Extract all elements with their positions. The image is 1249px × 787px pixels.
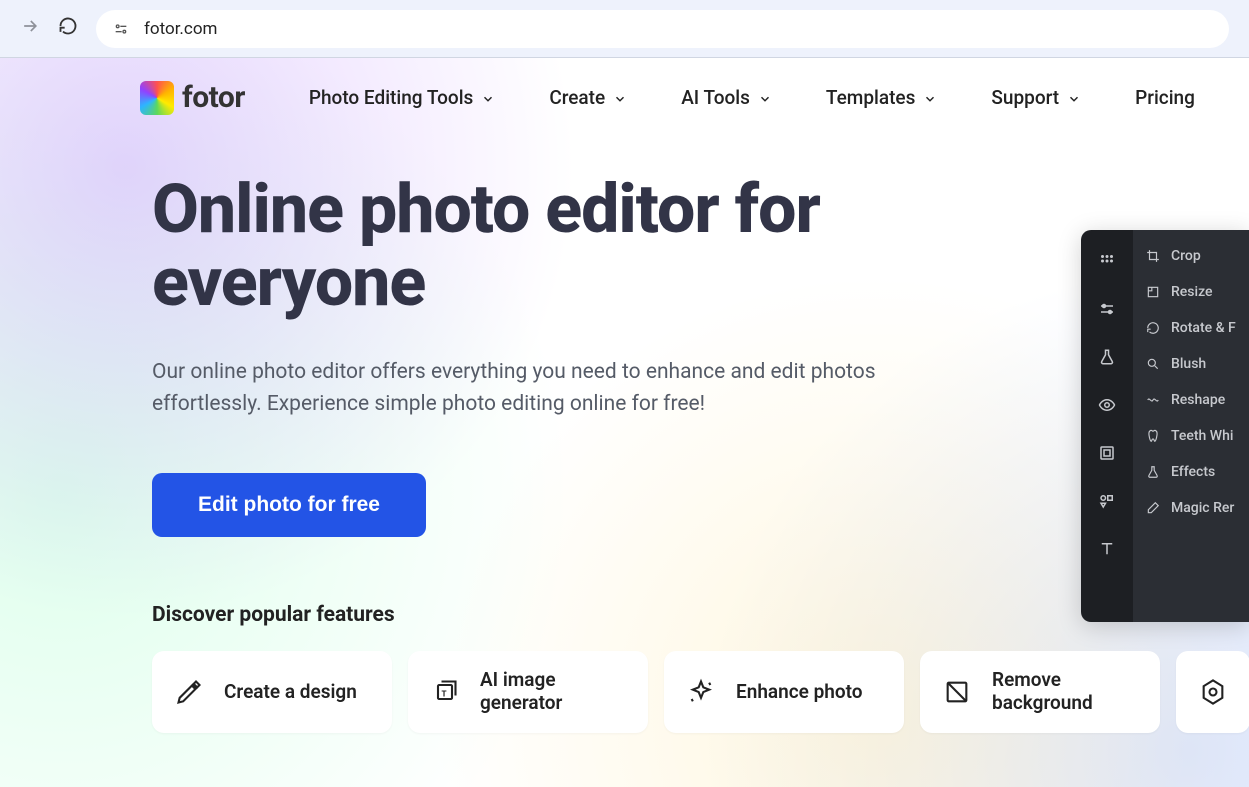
- tool-label: Reshape: [1171, 392, 1225, 408]
- tool-rotate[interactable]: Rotate & F: [1133, 312, 1249, 344]
- feature-label: Remove background: [992, 669, 1138, 715]
- tool-reshape[interactable]: Reshape: [1133, 384, 1249, 416]
- forward-arrow-icon[interactable]: [20, 16, 40, 41]
- crop-icon: [1145, 248, 1161, 264]
- editor-sidebar: [1081, 230, 1133, 622]
- feature-remove-background[interactable]: Remove background: [920, 651, 1160, 733]
- logo-mark-icon: [140, 81, 174, 115]
- nav-ai-tools[interactable]: AI Tools: [681, 86, 770, 109]
- hexagon-icon: [1198, 677, 1228, 707]
- eye-icon[interactable]: [1096, 394, 1118, 416]
- editor-preview-panel: Crop Resize Rotate & F Blush Reshape Tee…: [1081, 230, 1249, 622]
- feature-cards: Create a design T AI image generator Enh…: [152, 651, 1249, 733]
- nav-label: AI Tools: [681, 86, 750, 109]
- layers-icon: T: [430, 677, 460, 707]
- svg-text:T: T: [442, 689, 447, 699]
- nav-support[interactable]: Support: [991, 86, 1079, 109]
- chevron-down-icon: [923, 92, 935, 104]
- feature-label: AI image generator: [480, 669, 626, 715]
- nav-label: Support: [991, 86, 1059, 109]
- tool-label: Blush: [1171, 356, 1206, 372]
- eraser-icon: [1145, 500, 1161, 516]
- tool-teeth-whitening[interactable]: Teeth Whi: [1133, 420, 1249, 452]
- feature-more[interactable]: [1176, 651, 1249, 733]
- chevron-down-icon: [613, 92, 625, 104]
- resize-icon: [1145, 284, 1161, 300]
- magnify-icon: [1145, 356, 1161, 372]
- nav-label: Photo Editing Tools: [309, 86, 473, 109]
- tool-label: Teeth Whi: [1171, 428, 1233, 444]
- square-icon[interactable]: [1096, 442, 1118, 464]
- main-nav: Photo Editing Tools Create AI Tools Temp…: [309, 86, 1195, 109]
- grid-icon[interactable]: [1096, 250, 1118, 272]
- edit-photo-button[interactable]: Edit photo for free: [152, 473, 426, 537]
- tool-label: Resize: [1171, 284, 1213, 300]
- nav-templates[interactable]: Templates: [826, 86, 935, 109]
- feature-ai-image-generator[interactable]: T AI image generator: [408, 651, 648, 733]
- feature-create-design[interactable]: Create a design: [152, 651, 392, 733]
- tool-label: Crop: [1171, 248, 1201, 264]
- nav-label: Templates: [826, 86, 915, 109]
- rotate-icon: [1145, 320, 1161, 336]
- site-header: fotor Photo Editing Tools Create AI Tool…: [0, 58, 1249, 137]
- nav-pricing[interactable]: Pricing: [1135, 86, 1195, 109]
- logo-text: fotor: [182, 80, 245, 115]
- feature-label: Create a design: [224, 681, 357, 704]
- tool-magic-remove[interactable]: Magic Rer: [1133, 492, 1249, 524]
- nav-label: Create: [549, 86, 605, 109]
- browser-toolbar: fotor.com: [0, 0, 1249, 58]
- chevron-down-icon: [758, 92, 770, 104]
- editor-tools-list: Crop Resize Rotate & F Blush Reshape Tee…: [1133, 230, 1249, 622]
- nav-create[interactable]: Create: [549, 86, 625, 109]
- tool-crop[interactable]: Crop: [1133, 240, 1249, 272]
- tool-label: Magic Rer: [1171, 500, 1234, 516]
- text-icon[interactable]: [1096, 538, 1118, 560]
- chevron-down-icon: [481, 92, 493, 104]
- tool-label: Rotate & F: [1171, 320, 1236, 336]
- tool-blush[interactable]: Blush: [1133, 348, 1249, 380]
- wave-icon: [1145, 392, 1161, 408]
- logo[interactable]: fotor: [140, 80, 245, 115]
- url-text: fotor.com: [144, 19, 217, 39]
- site-settings-icon[interactable]: [112, 20, 130, 38]
- tool-label: Effects: [1171, 464, 1215, 480]
- reload-icon[interactable]: [58, 16, 78, 41]
- crop-remove-icon: [942, 677, 972, 707]
- flask-icon[interactable]: [1096, 346, 1118, 368]
- flask-small-icon: [1145, 464, 1161, 480]
- page-content: fotor Photo Editing Tools Create AI Tool…: [0, 58, 1249, 787]
- hero-section: Online photo editor for everyone Our onl…: [0, 137, 900, 537]
- chevron-down-icon: [1067, 92, 1079, 104]
- tool-resize[interactable]: Resize: [1133, 276, 1249, 308]
- hero-subtitle: Our online photo editor offers everythin…: [152, 356, 900, 421]
- tooth-icon: [1145, 428, 1161, 444]
- shapes-icon[interactable]: [1096, 490, 1118, 512]
- feature-label: Enhance photo: [736, 681, 863, 704]
- url-bar[interactable]: fotor.com: [96, 10, 1229, 48]
- pencil-ruler-icon: [174, 677, 204, 707]
- nav-label: Pricing: [1135, 86, 1195, 109]
- nav-photo-editing-tools[interactable]: Photo Editing Tools: [309, 86, 493, 109]
- tool-effects[interactable]: Effects: [1133, 456, 1249, 488]
- hero-title: Online photo editor for everyone: [152, 173, 900, 320]
- discover-section: Discover popular features Create a desig…: [0, 537, 1249, 733]
- sliders-icon[interactable]: [1096, 298, 1118, 320]
- feature-enhance-photo[interactable]: Enhance photo: [664, 651, 904, 733]
- sparkle-star-icon: [686, 677, 716, 707]
